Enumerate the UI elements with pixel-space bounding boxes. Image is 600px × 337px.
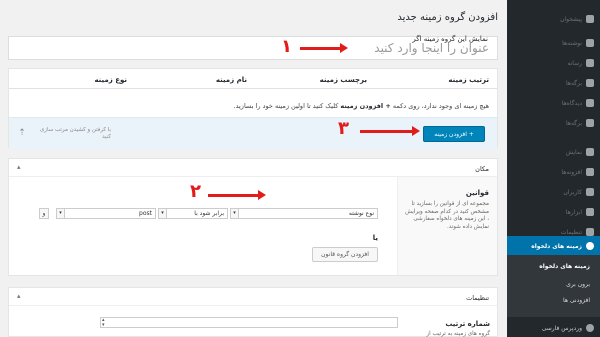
sidebar-item-pages[interactable]: دیدگاه‌ها (507, 97, 600, 109)
gear-icon (586, 242, 594, 250)
wrench-icon (586, 208, 594, 216)
annotation-number-three: ۳ (338, 118, 349, 139)
rules-label-column: قوانین مجموعه ای از قوانین را بسازید تا … (397, 177, 497, 275)
rules-description: مجموعه ای از قوانین را بسازید تا مشخص کن… (405, 201, 489, 230)
arrow-up-icon: ⇡ (18, 128, 26, 138)
users-icon (586, 188, 594, 196)
add-and-rule-button[interactable]: و (39, 208, 49, 219)
rule-value-select[interactable]: post ▾ (56, 208, 156, 219)
chevron-down-icon: ▾ (57, 209, 65, 218)
submenu-item-field-groups[interactable]: زمینه های دلخواه (539, 263, 590, 270)
rule-operator-select[interactable]: برابر شود با ▾ (158, 208, 228, 219)
stepper-icon[interactable]: ▴ ▾ (102, 318, 105, 328)
sidebar-item-posts[interactable]: نوشته‌ها (507, 37, 600, 49)
column-field-label: برچسب زمینه (319, 76, 367, 84)
rule-param-select[interactable]: نوع نوشته ▾ (230, 208, 378, 219)
or-label: یا (372, 234, 378, 242)
annotation-number-two: ۲ (190, 181, 201, 202)
location-box-header[interactable]: مکان ▴ (9, 159, 497, 177)
custom-fields-submenu: زمینه های دلخواه برون بری افزودنی ها (507, 255, 600, 317)
rules-label: قوانین (465, 189, 489, 197)
page-icon (586, 99, 594, 107)
page-title: افزودن گروه زمینه جدید (397, 12, 498, 23)
sidebar-item-custom-fields[interactable]: زمینه های دلخواه (507, 236, 600, 256)
annotation-arrow-two (208, 190, 266, 200)
plugin-icon (586, 168, 594, 176)
column-field-name: نام زمینه (215, 76, 247, 84)
link-icon (586, 79, 594, 87)
media-icon (586, 59, 594, 67)
annotation-arrow-three (360, 126, 420, 136)
admin-sidebar: پیشخوان نوشته‌ها رسانه برگه‌ها دیدگاه‌ها… (507, 0, 600, 337)
empty-fields-message: هیچ زمینه ای وجود ندارد، روی دکمه + افزو… (233, 102, 489, 110)
fields-box: ترتیب زمینه برچسب زمینه نام زمینه نوع زم… (8, 68, 498, 149)
annotation-number-one: ۱ (281, 36, 292, 57)
submenu-item-export[interactable]: برون بری (566, 281, 590, 288)
wordpress-icon (586, 324, 594, 332)
chevron-up-icon[interactable]: ▴ (17, 292, 21, 300)
dashboard-icon (586, 15, 594, 23)
settings-box-header[interactable]: تنظیمات ▴ (9, 288, 497, 306)
sidebar-item-comments[interactable]: برگه‌ها (507, 117, 600, 129)
location-box-title: مکان (475, 165, 489, 173)
sidebar-item-wp-farsi[interactable]: وردپرس فارسی (507, 322, 600, 334)
sidebar-item-media[interactable]: رسانه (507, 57, 600, 69)
chevron-up-icon[interactable]: ▴ (17, 163, 21, 171)
order-number-label: شماره ترتیب (445, 320, 490, 328)
order-number-description: گروه های زمینه به ترتیب از (426, 331, 490, 337)
sidebar-item-appearance[interactable]: نمایش (507, 146, 600, 158)
column-field-order: ترتیب زمینه (448, 76, 489, 84)
sidebar-item-links[interactable]: برگه‌ها (507, 77, 600, 89)
column-field-type: نوع زمینه (94, 76, 127, 84)
add-rule-group-button[interactable]: افزودن گروه قانون (312, 247, 378, 262)
sidebar-item-plugins[interactable]: افزونه‌ها (507, 166, 600, 178)
drag-sort-hint: با کرفتن و کشیدن مرتب سازی کنید (39, 127, 111, 140)
sidebar-item-users[interactable]: کاربران (507, 186, 600, 198)
settings-box-title: تنظیمات (466, 294, 489, 302)
brush-icon (586, 148, 594, 156)
chevron-down-icon: ▾ (231, 209, 239, 218)
sidebar-item-tools[interactable]: ابزارها (507, 206, 600, 218)
settings-box: تنظیمات ▴ (8, 287, 498, 337)
add-field-button[interactable]: + افزودن زمینه (423, 126, 485, 142)
comment-icon (586, 119, 594, 127)
pin-icon (586, 39, 594, 47)
settings-icon (586, 228, 594, 236)
fields-table-header: ترتیب زمینه برچسب زمینه نام زمینه نوع زم… (9, 69, 497, 89)
annotation-arrow-one (300, 43, 348, 53)
rule-group-heading: نمایش این گروه زمینه اگر (412, 35, 488, 43)
order-number-input[interactable]: ▴ ▾ (100, 317, 398, 328)
fields-table-footer: + افزودن زمینه با کرفتن و کشیدن مرتب ساز… (9, 117, 497, 149)
chevron-down-icon: ▾ (159, 209, 167, 218)
sidebar-item-dashboard[interactable]: پیشخوان (507, 13, 600, 25)
submenu-item-addons[interactable]: افزودنی ها (563, 297, 590, 304)
